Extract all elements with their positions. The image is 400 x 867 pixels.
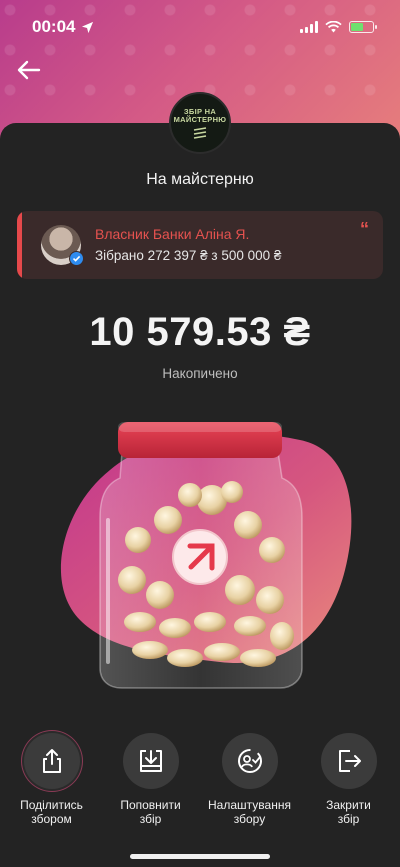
owner-name: Власник Банки Аліна Я. bbox=[95, 226, 250, 242]
status-bar: 00:04 bbox=[0, 0, 400, 54]
settings-icon bbox=[221, 733, 278, 789]
share-jar-label: Поділитись збором bbox=[20, 798, 83, 826]
signal-icon bbox=[300, 21, 318, 33]
quote-icon: “ bbox=[360, 219, 369, 239]
jar-settings-button[interactable]: Налаштування збору bbox=[202, 733, 298, 833]
balance-label: Накопичено bbox=[162, 366, 238, 381]
share-jar-button[interactable]: Поділитись збором bbox=[4, 733, 100, 833]
status-time: 00:04 bbox=[32, 17, 94, 37]
close-jar-label: Закрити збір bbox=[326, 798, 371, 826]
jar-avatar: ЗБІР НА МАЙСТЕРНЮ bbox=[169, 92, 231, 154]
top-up-jar-button[interactable]: Поповнити збір bbox=[103, 733, 199, 833]
back-button[interactable] bbox=[14, 55, 44, 85]
home-indicator[interactable] bbox=[130, 854, 270, 859]
top-up-jar-label: Поповнити збір bbox=[120, 798, 181, 826]
jar-title: На майстерню bbox=[146, 171, 254, 188]
jar-illustration bbox=[0, 400, 400, 720]
battery-icon bbox=[349, 21, 377, 33]
location-arrow-icon bbox=[82, 21, 94, 33]
close-jar-button[interactable]: Закрити збір bbox=[301, 733, 397, 833]
share-icon bbox=[23, 733, 80, 789]
owner-card[interactable]: Власник Банки Аліна Я. Зібрано 272 397 ₴… bbox=[17, 211, 383, 279]
emblem-icon bbox=[193, 126, 207, 139]
wifi-icon bbox=[325, 21, 342, 33]
owner-collected-amount: Зібрано 272 397 ₴ з 500 000 ₴ bbox=[95, 248, 282, 263]
status-time-text: 00:04 bbox=[32, 17, 76, 36]
back-arrow-icon bbox=[17, 60, 41, 80]
verified-badge-icon bbox=[69, 251, 84, 266]
action-bar: Поділитись збором Поповнити збір Налашту… bbox=[0, 733, 400, 833]
status-indicators bbox=[300, 21, 377, 33]
close-jar-icon bbox=[320, 733, 377, 789]
jar-settings-label: Налаштування збору bbox=[208, 798, 291, 826]
jar-image bbox=[60, 422, 352, 689]
jar-balance: 10 579.53 ₴ bbox=[89, 310, 311, 354]
jar-logo-text: ЗБІР НА МАЙСТЕРНЮ bbox=[173, 106, 227, 124]
top-up-icon bbox=[122, 733, 179, 789]
